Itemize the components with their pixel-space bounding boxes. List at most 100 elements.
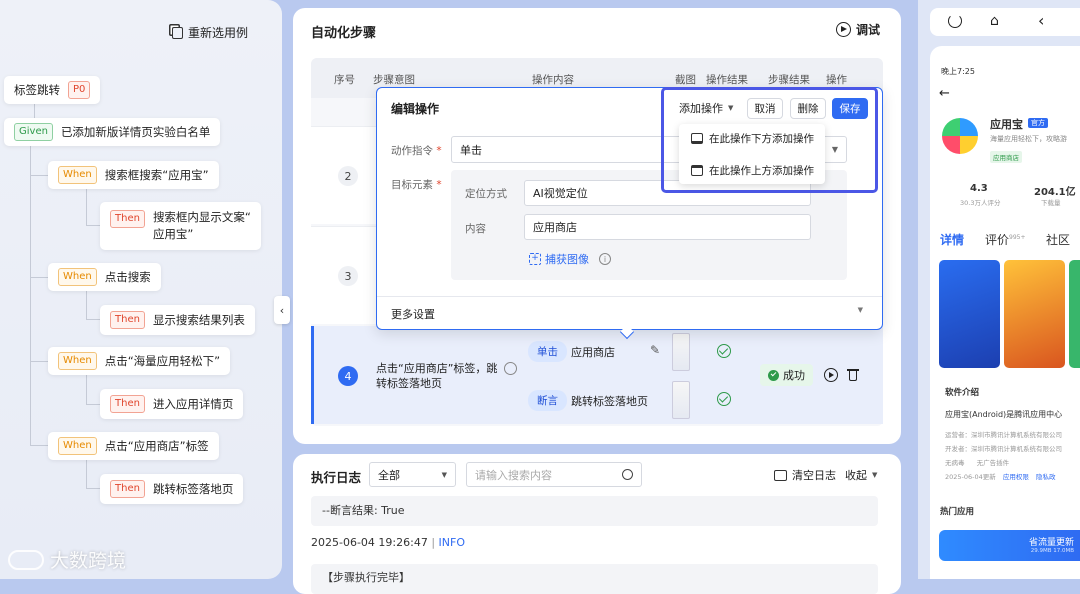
tree-connector <box>86 457 87 488</box>
back-icon[interactable]: ‹ <box>1038 11 1044 30</box>
tab-reviews-label: 评价 <box>985 233 1010 247</box>
tree-connector <box>30 277 48 278</box>
chevron-left-icon: ‹ <box>279 303 285 317</box>
link-permissions[interactable]: 应用权限 <box>1003 473 1029 481</box>
more-settings-label: 更多设置 <box>391 308 435 321</box>
log-line: --断言结果: True <box>322 504 405 517</box>
then-tag: Then <box>110 480 145 498</box>
collapse-log-button[interactable]: 收起 ▼ <box>845 467 877 483</box>
column-header: 操作 <box>826 74 847 86</box>
when-tag: When <box>58 437 97 455</box>
rating-value: 4.3 <box>970 183 988 194</box>
collapse-label: 收起 <box>845 469 867 482</box>
column-header: 截图 <box>675 74 696 86</box>
log-title: 执行日志 <box>311 470 362 485</box>
status-time: 晚上7:25 <box>941 67 975 76</box>
when-tag: When <box>58 166 97 184</box>
screenshot-thumbnail[interactable] <box>672 333 690 371</box>
rating-sub: 30.3万人评分 <box>960 199 1001 207</box>
log-level-select[interactable]: 全部 ▼ <box>369 462 456 487</box>
operation-content: 应用商店 <box>571 346 615 359</box>
column-header: 步骤意图 <box>373 74 415 86</box>
tree-then-node[interactable]: Then 显示搜索结果列表 <box>100 305 255 335</box>
home-icon[interactable]: ⌂ <box>990 13 999 29</box>
case-tree-panel: 重新选用例 标签跳转 P0 Given 已添加新版详情页实验白名单 When 搜… <box>0 0 282 579</box>
menu-item-label: 在此操作下方添加操作 <box>709 133 814 145</box>
tree-then-node[interactable]: Then 跳转标签落地页 <box>100 474 244 504</box>
menu-item-add-below[interactable]: 在此操作下方添加操作 <box>691 131 814 146</box>
edit-pencil-icon[interactable]: ✎ <box>650 343 660 357</box>
add-operation-dropdown[interactable]: 添加操作 ▼ <box>679 100 733 116</box>
power-icon[interactable] <box>948 14 962 28</box>
edit-operation-title: 编辑操作 <box>391 102 440 116</box>
tree-then-node[interactable]: Then 搜索框内显示文案“ 应用宝” <box>100 202 261 250</box>
log-search-input[interactable]: 请输入搜索内容 <box>466 462 642 487</box>
history-icon[interactable] <box>504 362 517 375</box>
operator-text: 运营者：深圳市腾讯计算机系统有限公司 <box>945 431 1062 439</box>
more-settings-divider <box>377 296 882 297</box>
clear-log-button[interactable]: 清空日志 <box>774 467 836 483</box>
tree-connector <box>30 445 48 446</box>
tree-root-node[interactable]: 标签跳转 P0 <box>4 76 101 104</box>
target-label: 目标元素 * <box>391 179 442 191</box>
tab-reviews[interactable]: 评价995+ <box>985 231 1026 248</box>
screenshot-preview <box>1069 260 1080 368</box>
run-step-button[interactable] <box>824 368 838 382</box>
tab-detail[interactable]: 详情 <box>940 231 964 248</box>
reselect-case-button[interactable]: 重新选用例 <box>172 24 248 41</box>
screenshot-thumbnail[interactable] <box>672 381 690 419</box>
step-intent-line: 点击“应用商店”标签，跳 <box>376 362 498 375</box>
tree-connector <box>86 373 87 404</box>
when-tag: When <box>58 268 97 286</box>
step-number: 4 <box>338 366 358 386</box>
tab-community[interactable]: 社区 <box>1046 231 1070 248</box>
cancel-button[interactable]: 取消 <box>747 98 783 119</box>
play-icon <box>836 22 851 37</box>
log-timestamp: 2025-06-04 19:26:47 <box>311 536 428 549</box>
target-label-text: 目标元素 <box>391 179 433 191</box>
debug-button[interactable]: 调试 <box>836 21 880 38</box>
save-button[interactable]: 保存 <box>832 98 868 119</box>
delete-step-button[interactable] <box>847 367 859 381</box>
tree-when-node[interactable]: When 点击搜索 <box>48 263 161 291</box>
tree-connector <box>86 225 100 226</box>
log-level-value: 全部 <box>378 468 400 482</box>
then-tag: Then <box>110 311 145 329</box>
then-tag: Then <box>110 395 145 413</box>
collapse-panel-button[interactable]: ‹ <box>274 296 290 324</box>
column-header: 序号 <box>334 74 355 86</box>
tree-connector <box>30 361 48 362</box>
update-button[interactable]: 省流量更新 29.9MB 17.0MB <box>939 530 1080 561</box>
play-icon <box>828 371 834 378</box>
tree-when-node[interactable]: When 搜索框搜索“应用宝” <box>48 161 219 189</box>
official-badge: 官方 <box>1028 118 1048 128</box>
downloads-value: 204.1亿 <box>1034 187 1076 198</box>
status-label: 成功 <box>783 369 805 382</box>
delete-button[interactable]: 删除 <box>790 98 826 119</box>
tree-when-node[interactable]: When 点击“海量应用轻松下” <box>48 347 231 375</box>
tree-then-node[interactable]: Then 进入应用详情页 <box>100 389 244 419</box>
action-pill: 断言 <box>528 390 567 411</box>
chevron-down-icon: ▼ <box>441 470 447 479</box>
back-arrow-icon[interactable]: ← <box>939 86 950 101</box>
security-flags: 无病毒 无广告插件 <box>945 457 1009 467</box>
operation-content: 跳转标签落地页 <box>571 395 648 408</box>
content-input[interactable]: 应用商店 <box>524 214 811 240</box>
success-icon <box>768 369 779 381</box>
log-level: INFO <box>438 536 465 549</box>
root-label: 标签跳转 <box>14 83 60 97</box>
more-settings-toggle[interactable]: 更多设置 ▼ <box>391 306 863 322</box>
automation-title: 自动化步骤 <box>311 26 377 41</box>
clear-icon <box>774 469 787 481</box>
app-name: 应用宝 <box>990 118 1023 131</box>
capture-image-button[interactable]: + 捕获图像 i <box>529 251 611 267</box>
add-operation-label: 添加操作 <box>679 102 723 115</box>
intro-text: 应用宝(Android)是腾讯应用中心 <box>945 410 1063 419</box>
flag-item: 无病毒 <box>945 459 965 467</box>
link-privacy[interactable]: 隐私政 <box>1036 473 1056 481</box>
tree-given-node[interactable]: Given 已添加新版详情页实验白名单 <box>4 118 221 146</box>
search-icon <box>622 469 633 480</box>
menu-item-add-above[interactable]: 在此操作上方添加操作 <box>691 163 814 178</box>
when-tag: When <box>58 352 97 370</box>
tree-when-node[interactable]: When 点击“应用商店”标签 <box>48 432 219 460</box>
